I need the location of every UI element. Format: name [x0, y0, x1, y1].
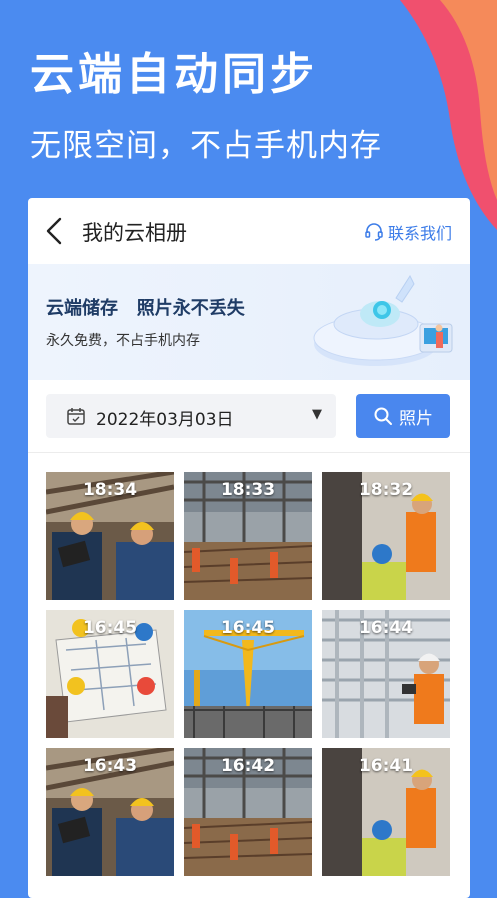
photo-time: 16:41 [358, 756, 414, 776]
photo-thumbnail[interactable]: 16:44 [322, 610, 450, 738]
photo-thumbnail[interactable]: 16:43 [46, 748, 174, 876]
promo-banner: 云端储存 照片永不丢失 永久免费，不占手机内存 [28, 264, 470, 380]
page-title: 我的云相册 [82, 221, 187, 245]
photo-time: 18:33 [220, 480, 276, 500]
photo-thumbnail[interactable]: 18:34 [46, 472, 174, 600]
banner-headline: 云端储存 照片永不丢失 [46, 298, 245, 319]
photo-time: 18:32 [358, 480, 414, 500]
photo-time: 16:44 [358, 618, 414, 638]
phone-screen-card: 我的云相册 联系我们 云端储存 照片永不丢失 永久免费，不占手机内存 2022年… [28, 198, 470, 898]
headset-icon [365, 223, 383, 241]
contact-us-label: 联系我们 [387, 224, 452, 243]
banner-subline: 永久免费，不占手机内存 [46, 333, 200, 349]
photo-time: 16:45 [220, 618, 276, 638]
divider [28, 452, 470, 453]
cloud-storage-illustration [313, 274, 453, 366]
photo-thumbnail[interactable]: 16:41 [322, 748, 450, 876]
contact-us-button[interactable]: 联系我们 [364, 220, 452, 244]
date-selector[interactable]: 2022年03月03日 ▼ [46, 394, 336, 438]
top-bar: 我的云相册 联系我们 [28, 198, 470, 264]
calendar-icon [67, 408, 85, 425]
search-photos-label: 照片 [399, 408, 433, 429]
photo-time: 16:42 [220, 756, 276, 776]
search-photos-button[interactable]: 照片 [356, 394, 450, 438]
hero-title: 云端自动同步 [30, 49, 318, 100]
photo-thumbnail[interactable]: 18:32 [322, 472, 450, 600]
photo-time: 16:45 [82, 618, 138, 638]
search-icon [374, 407, 392, 425]
caret-down-icon: ▼ [312, 407, 322, 422]
selected-date: 2022年03月03日 [96, 410, 234, 430]
hero-subtitle: 无限空间，不占手机内存 [30, 128, 382, 164]
back-arrow-icon[interactable] [42, 216, 66, 246]
photo-time: 18:34 [82, 480, 138, 500]
photo-time: 16:43 [82, 756, 138, 776]
photo-thumbnail[interactable]: 18:33 [184, 472, 312, 600]
photo-thumbnail[interactable]: 16:45 [184, 610, 312, 738]
photo-thumbnail[interactable]: 16:42 [184, 748, 312, 876]
photo-thumbnail[interactable]: 16:45 [46, 610, 174, 738]
